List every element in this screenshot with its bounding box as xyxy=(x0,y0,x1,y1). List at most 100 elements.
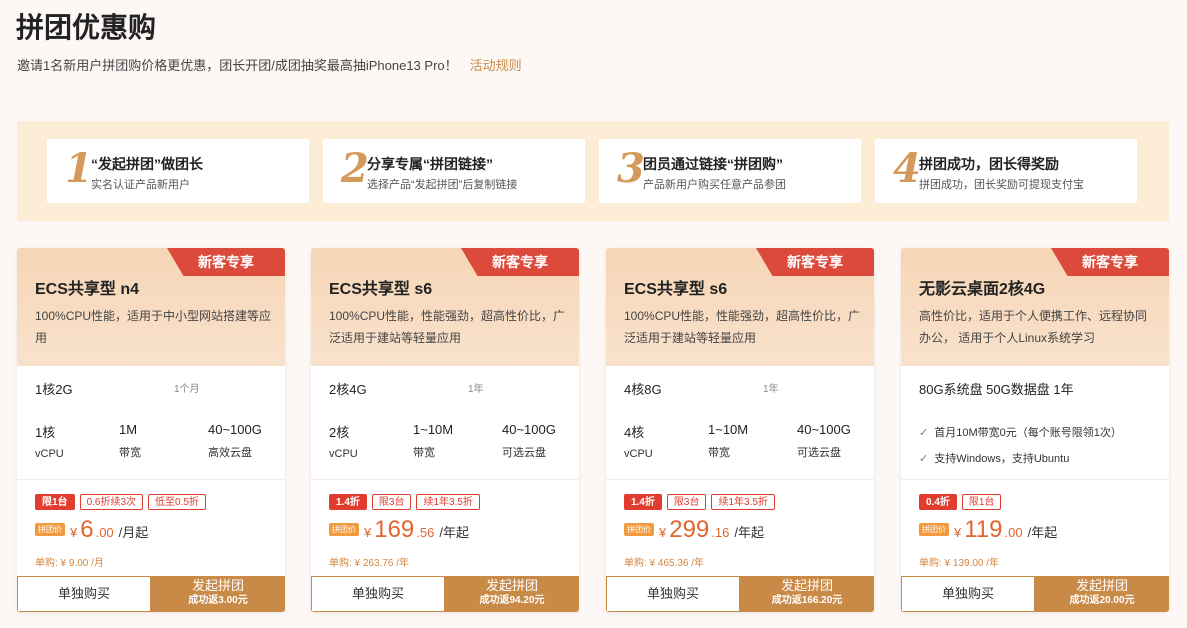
original-price: 单购: ¥ 263.76 /年 xyxy=(329,558,410,569)
spec-label: 带宽 xyxy=(413,447,435,459)
promo-chip: 0.4折 xyxy=(919,494,957,510)
product-card-cloud-desktop: 新客专享 无影云桌面2核4G 高性价比，适用于个人便携工作、远程协同办公， 适用… xyxy=(901,248,1169,612)
card-header: 新客专享 ECS共享型 s6 100%CPU性能，性能强劲，超高性价比，广泛适用… xyxy=(311,248,579,366)
page-title: 拼团优惠购 xyxy=(16,12,157,43)
spec-label: 带宽 xyxy=(708,447,730,459)
price-integer: 299 xyxy=(669,516,710,543)
spec-selector[interactable]: 2核4G 1年 xyxy=(311,366,579,408)
promo-chips: 限1台 0.6折续3次 低至0.5折 xyxy=(35,494,206,510)
spec-bandwidth: 1~10M 带宽 xyxy=(708,422,748,460)
spec-details: 2核 vCPU 1~10M 带宽 40~100G 可选云盘 xyxy=(311,408,579,480)
steps-banner: 1 “发起拼团”做团长 实名认证产品新用户 2 分享专属“拼团链接” 选择产品“… xyxy=(17,121,1169,221)
currency-symbol: ¥ xyxy=(70,525,78,540)
start-group-button[interactable]: 发起拼团 成功返166.20元 xyxy=(740,576,874,612)
card-header: 新客专享 ECS共享型 s6 100%CPU性能，性能强劲，超高性价比，广泛适用… xyxy=(606,248,874,366)
original-price: 单购: ¥ 9.00 /月 xyxy=(35,558,104,569)
step-desc: 拼团成功，团长奖励可提现支付宝 xyxy=(919,179,1084,191)
new-customer-badge: 新客专享 xyxy=(1051,248,1169,276)
spec-value: 4核 xyxy=(624,425,645,440)
spec-label: vCPU xyxy=(329,448,358,460)
price-unit: /年起 xyxy=(734,525,764,540)
check-icon: ✓ xyxy=(919,427,929,439)
spec-label: vCPU xyxy=(35,448,64,460)
card-actions: 单独购买 发起拼团 成功返3.00元 xyxy=(17,576,285,612)
buy-alone-button[interactable]: 单独购买 xyxy=(606,576,740,612)
promo-section: 限1台 0.6折续3次 低至0.5折 拼团价 ¥ 6 .00 /月起 单购: ¥… xyxy=(17,480,285,576)
product-name: ECS共享型 s6 xyxy=(329,281,433,298)
spec-details: 4核 vCPU 1~10M 带宽 40~100G 可选云盘 xyxy=(606,408,874,480)
spec-label: vCPU xyxy=(624,448,653,460)
product-desc: 100%CPU性能，性能强劲，超高性价比，广泛适用于建站等轻量应用 xyxy=(329,309,566,345)
promo-chip: 1.4折 xyxy=(624,494,662,510)
group-price: 拼团价 ¥ 169 .56 /年起 xyxy=(329,516,469,544)
start-group-label: 发起拼团 xyxy=(1075,578,1128,593)
step-desc: 实名认证产品新用户 xyxy=(91,179,190,191)
spec-disk: 40~100G 可选云盘 xyxy=(797,422,851,460)
promo-section: 1.4折 限3台 续1年3.5折 拼团价 ¥ 299 .16 /年起 单购: ¥… xyxy=(606,480,874,576)
feature-list: ✓ 首月10M带宽0元（每个账号限领1次） ✓ 支持Windows，支持Ubuntu xyxy=(901,408,1169,480)
price-decimal: .56 xyxy=(416,525,435,540)
promo-chip: 1.4折 xyxy=(329,494,367,510)
promo-chip: 低至0.5折 xyxy=(148,494,206,510)
spec-bandwidth: 1M 带宽 xyxy=(119,422,141,460)
feature-item: ✓ 支持Windows，支持Ubuntu xyxy=(919,450,1069,466)
step-desc: 产品新用户购买任意产品参团 xyxy=(643,179,786,191)
price-integer: 119 xyxy=(964,516,1003,543)
feature-text: 支持Windows，支持Ubuntu xyxy=(934,453,1070,465)
spec-value: 40~100G xyxy=(797,422,851,437)
card-actions: 单独购买 发起拼团 成功返20.00元 xyxy=(901,576,1169,612)
card-header: 新客专享 无影云桌面2核4G 高性价比，适用于个人便携工作、远程协同办公， 适用… xyxy=(901,248,1169,366)
currency-symbol: ¥ xyxy=(659,525,667,540)
new-customer-badge: 新客专享 xyxy=(167,248,285,276)
spec-selector[interactable]: 80G系统盘 50G数据盘 1年 xyxy=(901,366,1169,408)
promo-chip: 限1台 xyxy=(35,494,75,510)
step-4: 4 拼团成功，团长得奖励 拼团成功，团长奖励可提现支付宝 xyxy=(875,139,1137,203)
step-desc: 选择产品“发起拼团”后复制链接 xyxy=(367,179,518,191)
start-group-label: 发起拼团 xyxy=(191,578,244,593)
buy-alone-button[interactable]: 单独购买 xyxy=(311,576,445,612)
spec-duration: 1个月 xyxy=(174,384,200,395)
promo-chips: 1.4折 限3台 续1年3.5折 xyxy=(329,494,480,510)
product-name: ECS共享型 s6 xyxy=(624,281,728,298)
spec-label: 带宽 xyxy=(119,447,141,459)
card-actions: 单独购买 发起拼团 成功返94.20元 xyxy=(311,576,579,612)
promo-chip: 限1台 xyxy=(961,494,1002,510)
card-header: 新客专享 ECS共享型 n4 100%CPU性能，适用于中小型网站搭建等应用 xyxy=(17,248,285,366)
step-2: 2 分享专属“拼团链接” 选择产品“发起拼团”后复制链接 xyxy=(323,139,585,203)
spec-duration: 1年 xyxy=(468,384,484,395)
step-number: 4 xyxy=(893,145,921,192)
buy-alone-button[interactable]: 单独购买 xyxy=(17,576,151,612)
start-group-button[interactable]: 发起拼团 成功返20.00元 xyxy=(1035,576,1169,612)
product-desc: 高性价比，适用于个人便携工作、远程协同办公， 适用于个人Linux系统学习 xyxy=(919,309,1148,345)
spec-label: 可选云盘 xyxy=(797,447,841,459)
spec-config: 4核8G xyxy=(624,382,662,397)
spec-selector[interactable]: 4核8G 1年 xyxy=(606,366,874,408)
feature-text: 首月10M带宽0元（每个账号限领1次） xyxy=(934,427,1122,439)
page-subtitle: 邀请1名新用户拼团购价格更优惠，团长开团/成团抽奖最高抽iPhone13 Pro… xyxy=(17,55,522,74)
product-desc: 100%CPU性能，适用于中小型网站搭建等应用 xyxy=(35,309,272,345)
spec-disk: 40~100G 可选云盘 xyxy=(502,422,556,460)
promo-chip: 续1年3.5折 xyxy=(711,494,775,510)
buy-alone-button[interactable]: 单独购买 xyxy=(901,576,1035,612)
spec-selector[interactable]: 1核2G 1个月 xyxy=(17,366,285,408)
card-actions: 单独购买 发起拼团 成功返166.20元 xyxy=(606,576,874,612)
start-group-button[interactable]: 发起拼团 成功返94.20元 xyxy=(445,576,579,612)
spec-value: 1核 xyxy=(35,425,56,440)
activity-rules-link[interactable]: 活动规则 xyxy=(470,58,522,73)
price-unit: /月起 xyxy=(118,525,149,540)
start-group-button[interactable]: 发起拼团 成功返3.00元 xyxy=(151,576,285,612)
spec-value: 2核 xyxy=(329,425,350,440)
start-group-label: 发起拼团 xyxy=(780,578,833,593)
step-title: 拼团成功，团长得奖励 xyxy=(919,156,1059,172)
group-price-tag: 拼团价 xyxy=(329,523,359,536)
spec-value: 1~10M xyxy=(708,422,749,437)
cashback-label: 成功返94.20元 xyxy=(479,595,545,606)
spec-config: 2核4G xyxy=(329,382,367,397)
spec-details: 1核 vCPU 1M 带宽 40~100G 高效云盘 xyxy=(17,408,285,480)
group-price-tag: 拼团价 xyxy=(624,523,654,536)
spec-label: 高效云盘 xyxy=(208,447,252,459)
price-decimal: .00 xyxy=(95,525,114,540)
product-card-ecs-n4: 新客专享 ECS共享型 n4 100%CPU性能，适用于中小型网站搭建等应用 1… xyxy=(17,248,285,612)
step-title: 分享专属“拼团链接” xyxy=(367,156,493,172)
group-price: 拼团价 ¥ 299 .16 /年起 xyxy=(624,516,764,544)
